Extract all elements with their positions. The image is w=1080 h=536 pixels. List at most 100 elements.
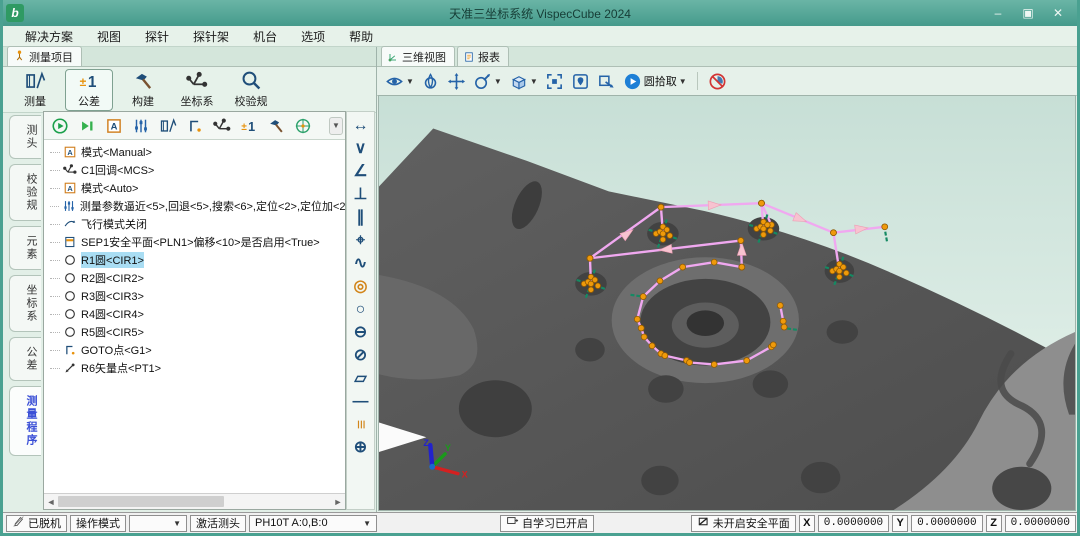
tree-item-0[interactable]: A模式<Manual> <box>44 143 345 161</box>
tree-item-11[interactable]: GOTO点<G1> <box>44 341 345 359</box>
viewport-move-button[interactable] <box>447 72 466 91</box>
menu-item-2[interactable]: 探针 <box>133 26 181 47</box>
restore-button[interactable]: ▣ <box>1020 6 1036 20</box>
ribbon-button-axes[interactable]: 坐标系 <box>173 69 221 111</box>
gdt-symmetry-button[interactable]: ≡ <box>347 413 374 436</box>
chevron-down-icon: ▼ <box>173 519 181 528</box>
tree-item-label: 测量参数逼近<5>,回退<5>,搜索<6>,定位<2>,定位加<2>,测量 <box>80 198 345 214</box>
side-tab-2[interactable]: 元素 <box>9 226 41 270</box>
gdt-straightness-button[interactable]: — <box>347 390 374 413</box>
tree-item-7[interactable]: R2圆<CIR2> <box>44 269 345 287</box>
tree-item-12[interactable]: R6矢量点<PT1> <box>44 359 345 377</box>
side-tab-1[interactable]: 校验规 <box>9 164 41 221</box>
safety-plane-status[interactable]: 未开启安全平面 <box>691 515 796 532</box>
3d-viewport[interactable]: XYZ <box>378 95 1076 511</box>
gdt-balance-button[interactable]: ⊕ <box>347 436 374 459</box>
gdt-roundness-button[interactable]: ○ <box>347 298 374 321</box>
gdt-profile-button[interactable]: ∿ <box>347 252 374 275</box>
tree-item-3[interactable]: 测量参数逼近<5>,回退<5>,搜索<6>,定位<2>,定位加<2>,测量 <box>44 197 345 215</box>
viewport-orbit-button[interactable] <box>421 72 440 91</box>
scroll-right-arrow[interactable]: ► <box>331 497 345 507</box>
scroll-left-arrow[interactable]: ◄ <box>44 497 58 507</box>
tree-item-10[interactable]: R5圆<CIR5> <box>44 323 345 341</box>
gdt-parallelism-button[interactable]: ∥ <box>347 206 374 229</box>
tree-item-label: 模式<Manual> <box>81 144 152 160</box>
tree-toolbar-mode-button[interactable]: A <box>102 115 126 137</box>
gdt-concentricity-button[interactable]: ◎ <box>347 275 374 298</box>
locate-icon <box>571 72 590 91</box>
svg-text:±: ± <box>80 75 87 89</box>
gdt-runout-button[interactable]: ⊖ <box>347 321 374 344</box>
minimize-button[interactable]: – <box>990 6 1006 20</box>
tree-item-1[interactable]: C1回调<MCS> <box>44 161 345 179</box>
tab-report[interactable]: 报表 <box>457 46 509 66</box>
gdt-total-runout-button[interactable]: ⊘ <box>347 344 374 367</box>
menu-item-3[interactable]: 探针架 <box>181 26 241 47</box>
gdt-angle-between-button[interactable]: ∨ <box>347 137 374 160</box>
ribbon-button-tolerance[interactable]: ±1公差 <box>65 69 113 111</box>
viewport-play-button[interactable]: 圆拾取▼ <box>623 72 687 91</box>
tree-toolbar-step-run-button[interactable] <box>75 115 99 137</box>
touch-point <box>649 343 655 349</box>
menu-item-1[interactable]: 视图 <box>85 26 133 47</box>
menu-item-5[interactable]: 选项 <box>289 26 337 47</box>
operation-mode-select[interactable]: ▼ <box>129 515 187 532</box>
tree-item-9[interactable]: R4圆<CIR4> <box>44 305 345 323</box>
tree-toolbar-build-button[interactable] <box>264 115 288 137</box>
gdt-distance-button[interactable]: ↔ <box>347 114 374 137</box>
viewport-pan-button[interactable] <box>597 72 616 91</box>
side-tab-5[interactable]: 测量程序 <box>9 386 41 456</box>
offline-status: 已脱机 <box>6 515 67 532</box>
tree-toolbar-axes-button[interactable] <box>210 115 234 137</box>
tree-item-4[interactable]: 飞行模式关闭 <box>44 215 345 233</box>
menu-item-0[interactable]: 解决方案 <box>13 26 85 47</box>
tree-toolbar-run-button[interactable] <box>48 115 72 137</box>
tree-toolbar-probe-check-button[interactable] <box>291 115 315 137</box>
tab-measure-project[interactable]: 测量项目 <box>7 46 82 66</box>
coordinate-value-Z: 0.0000000 <box>1005 515 1076 532</box>
viewport-visibility-button[interactable]: ▼ <box>385 72 414 91</box>
coordinate-value-Y: 0.0000000 <box>911 515 982 532</box>
side-tab-4[interactable]: 公差 <box>9 337 41 381</box>
touch-point <box>711 362 717 368</box>
gdt-perpendicularity-button[interactable]: ⊥ <box>347 183 374 206</box>
tree-item-8[interactable]: R3圆<CIR3> <box>44 287 345 305</box>
tree-horizontal-scrollbar[interactable]: ◄ ► <box>44 493 345 509</box>
viewport-locate-button[interactable] <box>571 72 590 91</box>
gdt-angle-button[interactable]: ∠ <box>347 160 374 183</box>
toolbar-overflow-button[interactable]: ▼ <box>329 117 343 135</box>
scrollbar-thumb[interactable] <box>58 496 224 507</box>
touch-point <box>687 360 693 366</box>
ribbon-button-magnifier[interactable]: 校验规 <box>227 69 275 111</box>
tree-toolbar-goto-button[interactable] <box>183 115 207 137</box>
tree-guide <box>50 350 60 351</box>
gdt-position-button[interactable]: ⌖ <box>347 229 374 252</box>
play-icon <box>623 72 642 91</box>
tree-toolbar-measure-button[interactable] <box>156 115 180 137</box>
close-button[interactable]: ✕ <box>1050 6 1066 20</box>
self-learn-status[interactable]: 自学习已开启 <box>500 515 594 532</box>
circle-icon <box>63 307 77 321</box>
viewport-no-probe-button[interactable] <box>708 72 727 91</box>
active-probe-select[interactable]: PH10T A:0,B:0 ▼ <box>249 515 377 532</box>
side-tab-0[interactable]: 测头 <box>9 115 41 159</box>
tree-toolbar: A ±1 ▼ <box>44 112 345 140</box>
menu-item-6[interactable]: 帮助 <box>337 26 385 47</box>
tree-item-6[interactable]: R1圆<CIR1> <box>44 251 345 269</box>
tree-item-2[interactable]: A模式<Auto> <box>44 179 345 197</box>
viewport-sketch-button[interactable]: ▼ <box>473 72 502 91</box>
menu-item-4[interactable]: 机台 <box>241 26 289 47</box>
tree-toolbar-params-button[interactable] <box>129 115 153 137</box>
touch-point <box>761 232 767 238</box>
side-tab-3[interactable]: 坐标系 <box>9 275 41 332</box>
gdt-flatness-button[interactable]: ▱ <box>347 367 374 390</box>
tree-item-5[interactable]: SEP1安全平面<PLN1>偏移<10>是否启用<True> <box>44 233 345 251</box>
viewport-fit-button[interactable] <box>545 72 564 91</box>
ribbon-button-measure[interactable]: 测量 <box>11 69 59 111</box>
ribbon-button-build[interactable]: 构建 <box>119 69 167 111</box>
move-icon <box>447 72 466 91</box>
tree-toolbar-tolerance-button[interactable]: ±1 <box>237 115 261 137</box>
tree-guide <box>50 314 60 315</box>
tab-3d-view[interactable]: 三维视图 <box>381 46 455 66</box>
viewport-cube-view-button[interactable]: ▼ <box>509 72 538 91</box>
